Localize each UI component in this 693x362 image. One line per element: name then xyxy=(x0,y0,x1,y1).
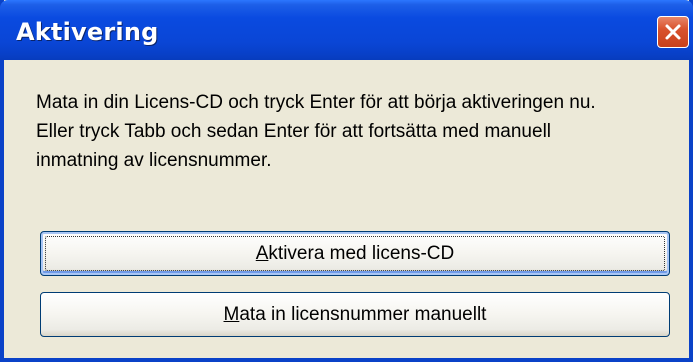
activation-dialog: Aktivering Mata in din Licens-CD och try… xyxy=(0,0,693,362)
activate-with-license-cd-button[interactable]: Aktivera med licens-CD xyxy=(40,231,670,276)
instruction-text: Mata in din Licens-CD och tryck Enter fö… xyxy=(36,88,676,175)
dialog-content: Mata in din Licens-CD och tryck Enter fö… xyxy=(4,60,689,358)
button-label: ktivera med licens-CD xyxy=(268,243,455,264)
button-mnemonic: M xyxy=(223,304,240,325)
close-button[interactable] xyxy=(657,16,689,48)
title-bar[interactable]: Aktivering xyxy=(0,0,693,60)
close-icon xyxy=(665,24,681,40)
window-title: Aktivering xyxy=(16,18,159,46)
instruction-line: Mata in din Licens-CD och tryck Enter fö… xyxy=(36,92,596,113)
instruction-line: Eller tryck Tabb och sedan Enter för att… xyxy=(36,121,552,142)
button-mnemonic: A xyxy=(255,243,269,264)
enter-license-number-manually-button[interactable]: Mata in licensnummer manuellt xyxy=(40,292,670,337)
instruction-line: inmatning av licensnummer. xyxy=(36,150,272,171)
button-label: ata in licensnummer manuellt xyxy=(239,304,487,325)
